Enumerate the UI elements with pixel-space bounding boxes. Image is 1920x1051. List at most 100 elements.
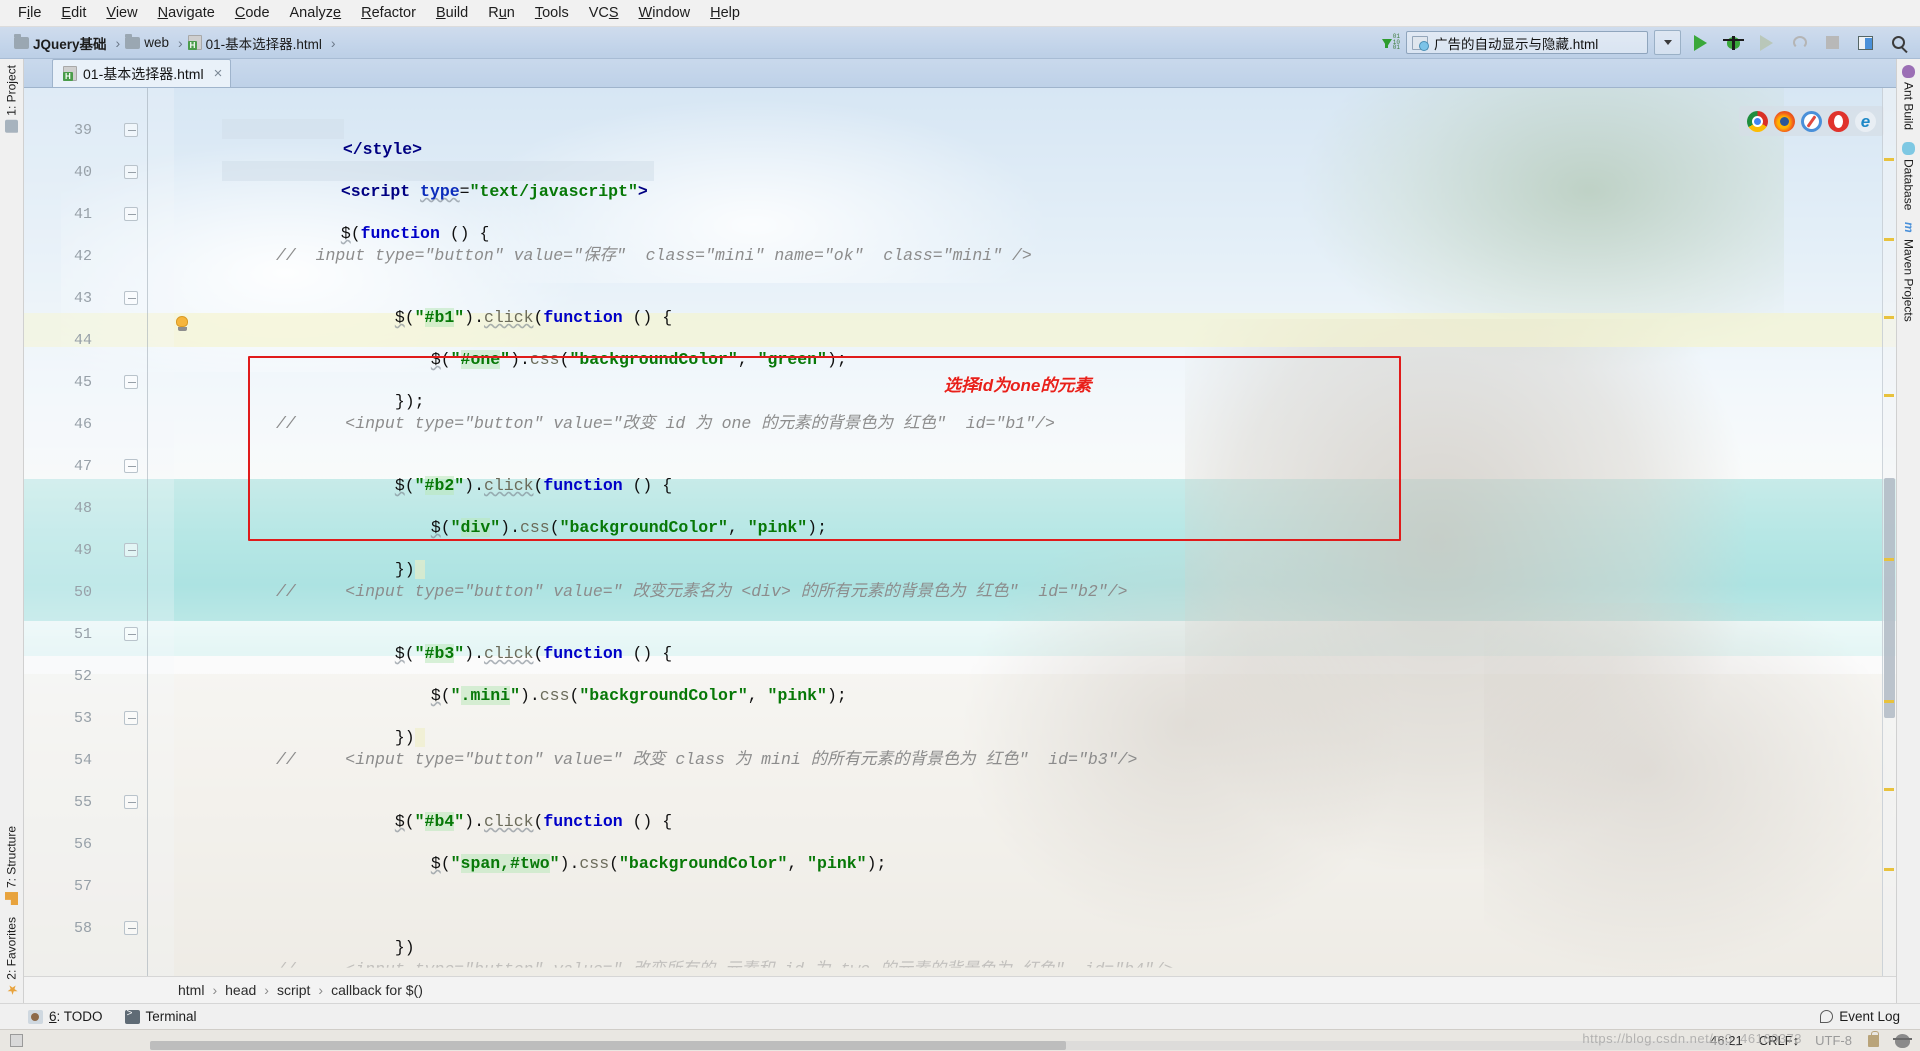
safari-icon[interactable]	[1801, 110, 1822, 132]
editor-breadcrumb-item[interactable]: callback for $()	[327, 982, 427, 998]
run-configuration-label: 广告的自动显示与隐藏.html	[1434, 36, 1599, 52]
menu-item-run[interactable]: Run	[478, 4, 525, 23]
ide-window: File Edit View Navigate Code Analyze Refactor B…	[0, 0, 1920, 1051]
folder-icon	[14, 33, 29, 49]
warning-marker	[1884, 238, 1894, 241]
tool-window-todo[interactable]: 6: TODO	[28, 1009, 103, 1024]
code-line-50: // <input type="button" value=" 改变元素名为 <…	[276, 582, 1128, 601]
opera-icon[interactable]	[1828, 110, 1849, 132]
tool-window-terminal[interactable]: Terminal	[124, 1009, 197, 1024]
error-stripe-scrollbar[interactable]	[1882, 88, 1896, 976]
menu-item-build[interactable]: Build	[426, 4, 478, 23]
code-line-56: $("span,#two").css("backgroundColor", "p…	[430, 854, 887, 873]
breadcrumb-item-0[interactable]: JQuery基础 ›	[14, 33, 125, 53]
html-file-icon	[63, 66, 77, 81]
run-icon[interactable]	[1687, 30, 1714, 55]
speech-bubble-icon	[1820, 1010, 1834, 1023]
menu-item-window[interactable]: Window	[629, 4, 701, 23]
warning-marker	[1884, 394, 1894, 397]
profile-icon[interactable]	[1786, 30, 1813, 55]
sidebar-item-ant-build[interactable]: Ant Build	[1897, 59, 1920, 136]
run-config-chevron-icon[interactable]	[1654, 30, 1681, 55]
bits-line-3: 01	[1392, 44, 1400, 52]
breadcrumb: JQuery基础 › web › 01-基本选择器.html ›	[0, 33, 341, 53]
code-editor[interactable]: 39 40 41 42 43 44 45 46 47 48 49 50 51 52 53 54 55 56 57 58…	[24, 88, 1896, 976]
editor-breadcrumb-item[interactable]: script	[273, 982, 314, 998]
menu-item-edit[interactable]: Edit	[51, 4, 96, 23]
menu-item-tools[interactable]: Tools	[525, 4, 579, 23]
project-icon	[5, 119, 18, 133]
menu-item-navigate[interactable]: Navigate	[148, 4, 225, 23]
todo-icon	[28, 1009, 43, 1024]
left-tool-stripe: 1: Project 7: Structure ★ 2: Favorites	[0, 59, 24, 1003]
editor-area: 01-基本选择器.html ×	[24, 59, 1896, 1003]
menu-item-refactor[interactable]: Refactor	[351, 4, 426, 23]
internet-explorer-icon[interactable]: e	[1855, 110, 1876, 132]
hector-inspection-icon[interactable]	[1893, 1033, 1912, 1048]
download-sources-icon[interactable]: 01 10 01	[1381, 34, 1400, 52]
breadcrumb-separator: ›	[115, 34, 121, 51]
menu-item-file[interactable]: File	[8, 4, 51, 23]
horizontal-scrollbar[interactable]	[150, 1041, 1730, 1050]
warning-marker	[1884, 700, 1894, 703]
warning-marker	[1884, 158, 1894, 161]
tool-window-bar: 6: TODO Terminal Event Log	[0, 1003, 1920, 1029]
tool-window-todo-label: 6: TODO	[49, 1009, 103, 1024]
breadcrumb-item-label: JQuery基础	[33, 36, 107, 52]
run-configuration-selector[interactable]: 广告的自动显示与隐藏.html	[1406, 31, 1648, 54]
ant-icon	[1902, 65, 1915, 78]
breadcrumb-item-label: web	[144, 35, 169, 50]
editor-breadcrumb-item[interactable]: html	[174, 982, 208, 998]
sidebar-item-label: Maven Projects	[1901, 239, 1916, 323]
editor-tab-strip: 01-基本选择器.html ×	[24, 59, 1896, 88]
editor-breadcrumb-separator: ›	[318, 982, 324, 998]
firefox-icon[interactable]	[1774, 110, 1795, 132]
layout-icon[interactable]	[1852, 30, 1879, 55]
warning-marker	[1884, 316, 1894, 319]
file-encoding[interactable]: UTF-8	[1815, 1033, 1852, 1048]
search-everywhere-icon[interactable]	[1885, 30, 1912, 55]
watermark: https://blog.csdn.net/m0_46160373	[1582, 1031, 1802, 1046]
menu-item-view[interactable]: View	[96, 4, 147, 23]
sidebar-item-label: 1: Project	[4, 65, 19, 116]
favorites-star-icon: ★	[4, 982, 19, 997]
maven-icon: m	[1902, 222, 1916, 234]
menu-item-vcs[interactable]: VCS	[579, 4, 629, 23]
status-bar: https://blog.csdn.net/m0_46160373 46:21 …	[0, 1029, 1920, 1051]
chrome-icon[interactable]	[1747, 110, 1768, 132]
menu-item-help[interactable]: Help	[700, 4, 750, 23]
database-icon	[1902, 142, 1915, 156]
editor-tab[interactable]: 01-基本选择器.html ×	[52, 59, 232, 87]
menu-bar: File Edit View Navigate Code Analyze Refactor B…	[0, 0, 1920, 27]
debug-icon[interactable]	[1720, 30, 1747, 55]
run-with-coverage-icon[interactable]	[1753, 30, 1780, 55]
sidebar-item-favorites[interactable]: ★ 2: Favorites	[0, 911, 23, 1003]
browser-run-bar[interactable]: e	[1739, 106, 1884, 136]
breadcrumb-separator: ›	[330, 34, 336, 51]
event-log-button[interactable]: Event Log	[1820, 1009, 1920, 1024]
sidebar-item-maven-projects[interactable]: m Maven Projects	[1897, 216, 1920, 328]
lock-icon[interactable]	[1868, 1030, 1879, 1047]
warning-marker	[1884, 788, 1894, 791]
editor-breadcrumb-separator: ›	[264, 982, 269, 998]
menu-item-analyze[interactable]: Analyze	[280, 4, 352, 23]
scrollbar-thumb[interactable]	[1884, 478, 1895, 718]
main-toolbar: 01 10 01 广告的自动显示与隐藏.html	[1381, 30, 1920, 55]
sidebar-item-database[interactable]: Database	[1897, 136, 1920, 216]
sidebar-item-structure[interactable]: 7: Structure	[0, 820, 23, 911]
breadcrumb-item-2[interactable]: 01-基本选择器.html ›	[187, 33, 341, 53]
navigation-bar: JQuery基础 › web › 01-基本选择器.html › 01 10 01 广告的…	[0, 27, 1920, 59]
editor-breadcrumb-item[interactable]: head	[221, 982, 260, 998]
breadcrumb-item-1[interactable]: web ›	[125, 33, 187, 51]
editor-breadcrumb-separator: ›	[212, 982, 218, 998]
structure-icon	[5, 892, 18, 905]
sidebar-item-project[interactable]: 1: Project	[0, 59, 23, 139]
sidebar-item-label: 2: Favorites	[4, 917, 19, 980]
stop-icon[interactable]	[1819, 30, 1846, 55]
close-icon[interactable]: ×	[214, 65, 223, 82]
tool-window-terminal-label: Terminal	[145, 1009, 197, 1024]
menu-item-code[interactable]: Code	[225, 4, 280, 23]
folder-icon	[125, 33, 141, 49]
html-file-icon	[187, 35, 202, 50]
toggle-toolwindows-icon[interactable]	[10, 1034, 23, 1047]
